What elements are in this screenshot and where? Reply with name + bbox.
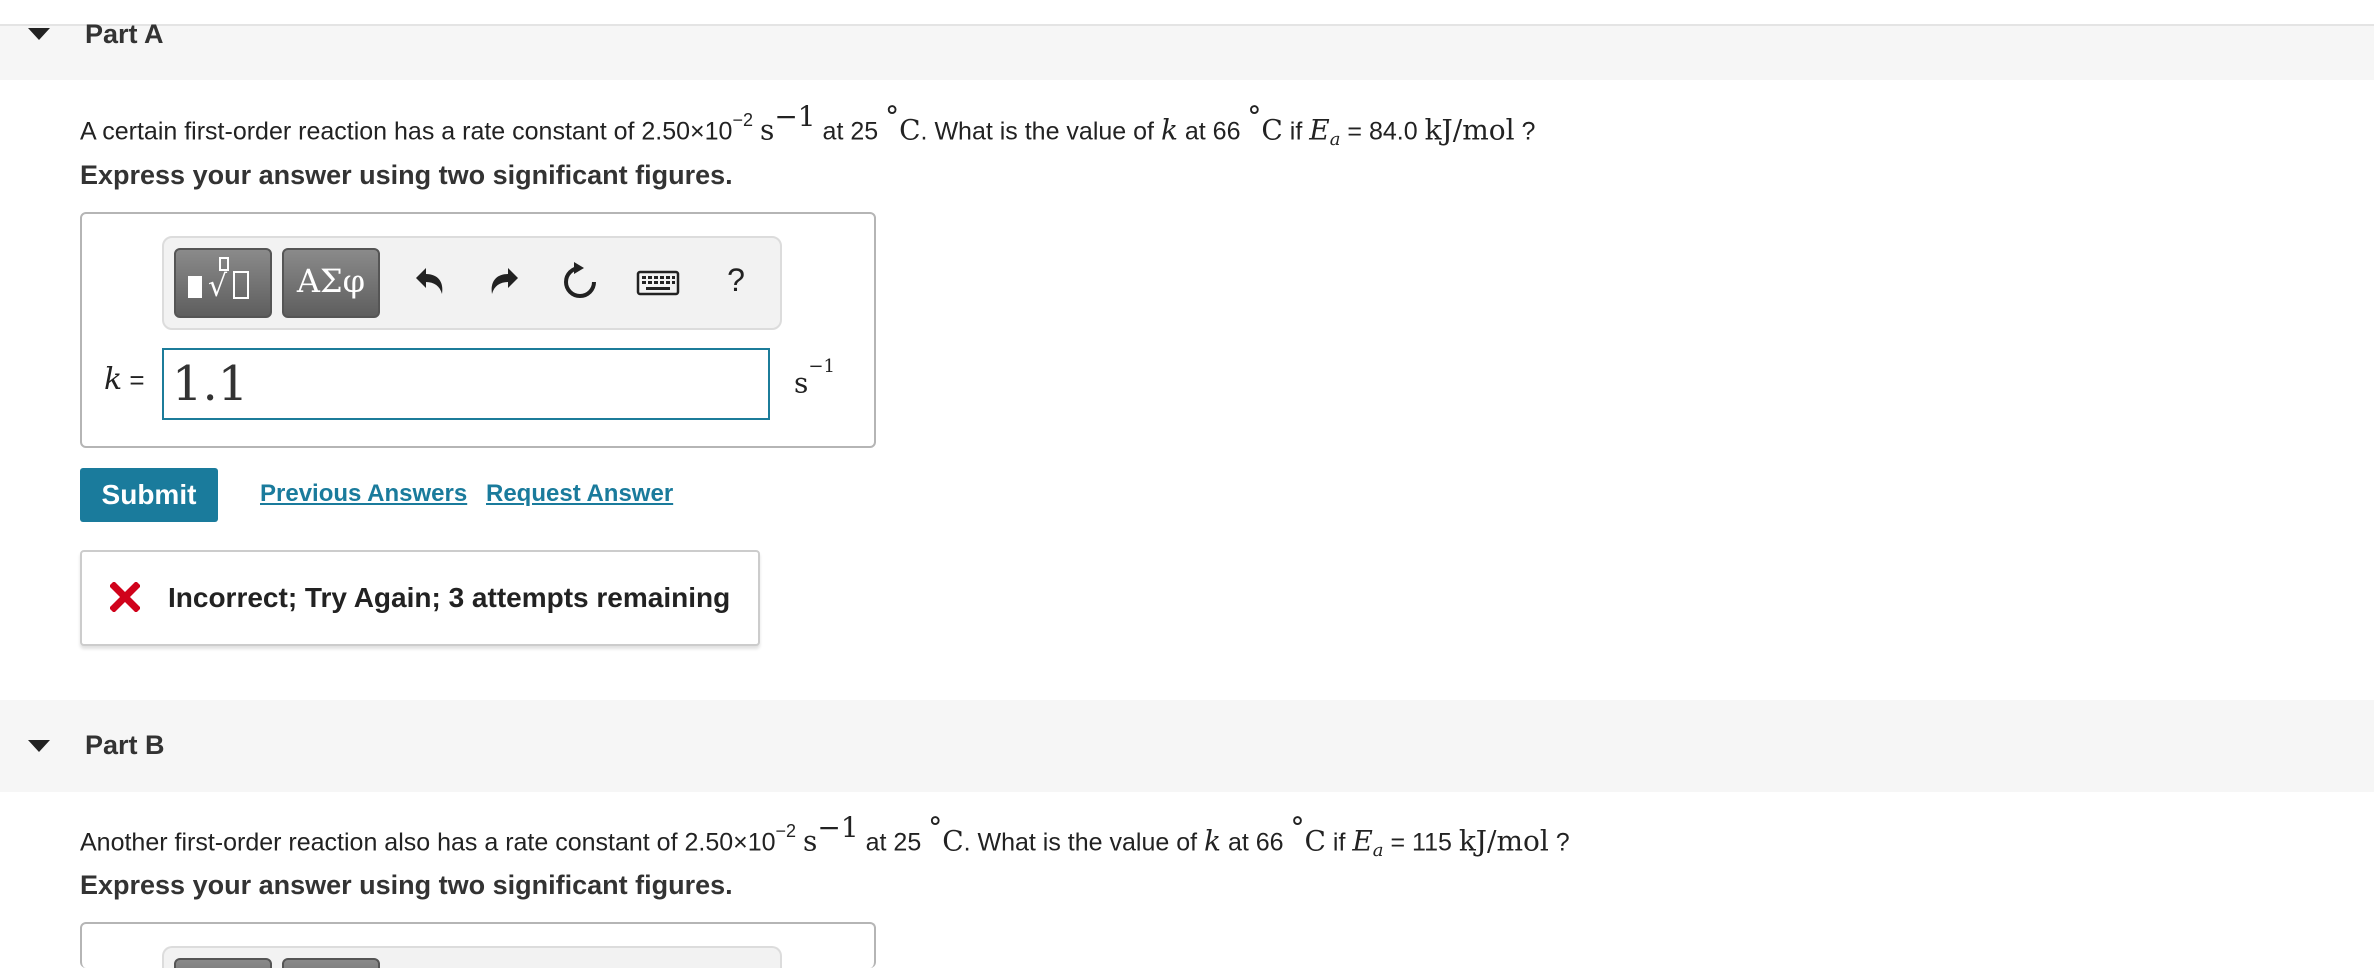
variable-e: E: [1352, 824, 1373, 858]
variable-k: k: [1204, 824, 1221, 858]
question-text: if: [1282, 117, 1310, 146]
unit-exponent: −1: [808, 356, 835, 377]
templates-button[interactable]: [174, 958, 272, 968]
question-text: = 115: [1383, 828, 1459, 857]
question-text: A certain first-order reaction has a rat…: [80, 117, 733, 146]
answer-unit: s−1: [794, 356, 835, 400]
submit-button[interactable]: Submit: [80, 468, 218, 522]
question-text: if: [1325, 828, 1353, 857]
celsius-unit: C: [899, 113, 921, 147]
degree-symbol: °: [885, 100, 900, 133]
question-text: Another first-order reaction also has a …: [80, 828, 776, 857]
variable-e: E: [1309, 113, 1330, 147]
previous-answers-link[interactable]: Previous Answers: [260, 480, 467, 508]
subscript-a: a: [1329, 129, 1341, 151]
equals-sign: =: [122, 365, 145, 395]
question-text: at 25: [815, 117, 886, 146]
reset-button[interactable]: [558, 260, 602, 304]
keyboard-icon: [636, 270, 680, 296]
unit-exponent: −1: [774, 100, 816, 133]
question-text: at 66: [1221, 828, 1291, 857]
unit-s: s: [794, 366, 809, 400]
celsius-unit: C: [1261, 113, 1283, 147]
question-text: = 84.0: [1340, 117, 1425, 146]
question-text: . What is the value of: [963, 828, 1205, 857]
degree-symbol: °: [928, 811, 943, 844]
math-toolbar: [162, 946, 782, 968]
exponent: −2: [775, 821, 797, 841]
templates-icon: √: [188, 257, 249, 304]
request-answer-link[interactable]: Request Answer: [486, 480, 673, 508]
celsius-unit: C: [942, 824, 964, 858]
keyboard-button[interactable]: [634, 260, 682, 304]
question-text: at 66: [1177, 117, 1248, 146]
unit-s: s: [759, 113, 775, 147]
feedback-box: Incorrect; Try Again; 3 attempts remaini…: [80, 550, 760, 646]
variable-k: k: [1160, 113, 1178, 147]
collapse-caret-icon[interactable]: [28, 28, 50, 40]
part-b-header[interactable]: Part B: [0, 700, 2374, 792]
undo-icon: [416, 268, 443, 294]
svg-text:√: √: [208, 269, 228, 304]
celsius-unit: C: [1304, 824, 1326, 858]
variable-k: k: [104, 362, 123, 397]
degree-symbol: °: [1290, 811, 1305, 844]
part-a-title: Part A: [85, 19, 164, 49]
part-a-instruction: Express your answer using two significan…: [80, 160, 733, 190]
redo-button[interactable]: [482, 260, 526, 304]
math-toolbar: √ ΑΣφ ?: [162, 236, 782, 330]
greek-symbols-button[interactable]: ΑΣφ: [282, 248, 380, 318]
part-b-title: Part B: [85, 730, 165, 760]
unit-kj-mol: kJ/mol: [1458, 824, 1549, 858]
undo-button[interactable]: [408, 260, 452, 304]
question-text: ?: [1514, 117, 1536, 146]
part-a-question: A certain first-order reaction has a rat…: [80, 100, 1536, 150]
degree-symbol: °: [1247, 100, 1262, 133]
greek-symbols-button[interactable]: [282, 958, 380, 968]
question-text: ?: [1548, 828, 1570, 857]
unit-exponent: −1: [817, 811, 859, 844]
feedback-text: Incorrect; Try Again; 3 attempts remaini…: [168, 582, 731, 613]
close-icon: [110, 582, 140, 612]
unit-s: s: [803, 824, 818, 858]
subscript-a: a: [1372, 840, 1384, 862]
redo-icon: [491, 268, 518, 294]
answer-box: √ ΑΣφ ? k = 1.1 s−1: [80, 212, 876, 448]
collapse-caret-icon[interactable]: [28, 740, 50, 752]
part-b-question: Another first-order reaction also has a …: [80, 811, 1570, 861]
help-button[interactable]: ?: [714, 260, 758, 304]
part-a-header[interactable]: Part A: [0, 19, 2374, 80]
question-text: . What is the value of: [920, 117, 1161, 146]
templates-button[interactable]: √: [174, 248, 272, 318]
part-b-instruction: Express your answer using two significan…: [80, 870, 733, 900]
answer-box: [80, 922, 876, 968]
reset-icon: [564, 262, 596, 298]
answer-input[interactable]: 1.1: [162, 348, 770, 420]
unit-kj-mol: kJ/mol: [1424, 113, 1515, 147]
question-text: at 25: [858, 828, 929, 857]
exponent: −2: [732, 110, 753, 130]
greek-label: ΑΣφ: [296, 262, 366, 300]
variable-label: k =: [104, 362, 145, 397]
